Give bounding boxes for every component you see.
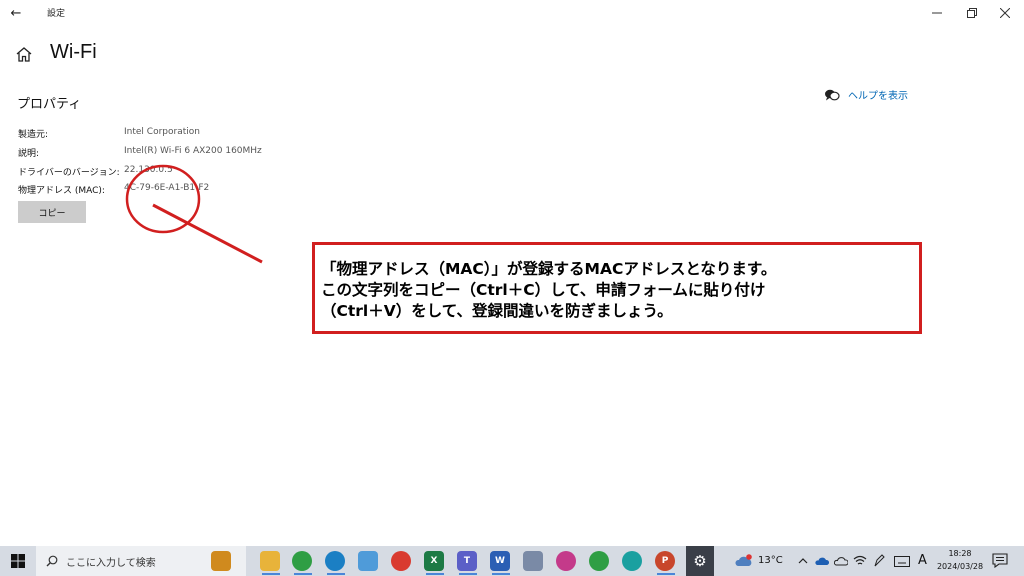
copy-button[interactable]: コピー	[18, 201, 86, 223]
annotation-line-2: この文字列をコピー（Ctrl＋C）して、申請フォームに貼り付け	[321, 281, 766, 299]
taskbar: ここに入力して検索 X T W P ⚙ 13°C A 18:28 2024/03…	[0, 546, 1024, 576]
back-button[interactable]: ←	[4, 2, 28, 24]
excel-app-icon[interactable]: X	[424, 551, 444, 571]
annotation-pointer-line	[152, 203, 263, 264]
annotation-line-3: （Ctrl＋V）をして、登録間違いを防ぎましょう。	[321, 302, 673, 320]
mac-address-value: 4C-79-6E-A1-B1-F2	[124, 183, 210, 193]
windows-logo-icon	[11, 554, 25, 568]
annotation-callout: 「物理アドレス（MAC）」が登録するMACアドレスとなります。 この文字列をコピ…	[312, 242, 922, 334]
manufacturer-value: Intel Corporation	[124, 127, 200, 137]
running-indicator	[294, 573, 312, 575]
back-arrow-icon: ←	[10, 5, 22, 21]
teams-app-icon[interactable]: T	[457, 551, 477, 571]
section-title: プロパティ	[17, 97, 82, 112]
notification-icon[interactable]	[992, 553, 1008, 568]
keyboard-icon[interactable]	[894, 556, 910, 567]
weather-temperature[interactable]: 13°C	[758, 555, 783, 566]
running-indicator	[459, 573, 477, 575]
description-label: 説明:	[18, 149, 40, 159]
title-bar: ← 設定	[0, 0, 1024, 26]
running-indicator	[426, 573, 444, 575]
restore-icon	[967, 8, 977, 18]
home-icon[interactable]	[14, 45, 34, 65]
window-title: 設定	[47, 9, 66, 19]
chevron-up-icon[interactable]	[798, 556, 808, 566]
driver-version-value: 22.130.0.5	[124, 165, 173, 175]
running-indicator	[327, 573, 345, 575]
onedrive-cloud-icon[interactable]	[815, 555, 829, 567]
cloud-sync-icon[interactable]	[834, 555, 848, 567]
running-indicator	[492, 573, 510, 575]
annotation-line-1: 「物理アドレス（MAC）」が登録するMACアドレスとなります。	[321, 260, 777, 278]
search-icon	[46, 555, 58, 567]
description-value: Intel(R) Wi-Fi 6 AX200 160MHz	[124, 146, 262, 156]
help-chat-icon	[825, 89, 840, 100]
settings-app-icon[interactable]: ⚙	[686, 546, 714, 576]
notepad-app-icon[interactable]	[358, 551, 378, 571]
restore-button[interactable]	[957, 2, 987, 24]
chrome-app-2-icon[interactable]	[391, 551, 411, 571]
start-button[interactable]	[0, 546, 36, 576]
minimize-icon	[932, 12, 942, 14]
running-indicator	[657, 573, 675, 575]
edge-app-icon[interactable]	[325, 551, 345, 571]
close-icon	[1000, 8, 1010, 18]
annotation-circle	[125, 164, 201, 234]
chrome-app-icon[interactable]	[292, 551, 312, 571]
manufacturer-label: 製造元:	[18, 130, 49, 140]
clock-time[interactable]: 18:28	[936, 549, 984, 558]
paint-app-icon[interactable]	[523, 551, 543, 571]
file-explorer-icon[interactable]	[260, 551, 280, 571]
wifi-icon[interactable]	[853, 555, 867, 567]
ime-indicator[interactable]: A	[918, 553, 927, 568]
edge-app-2-icon[interactable]	[622, 551, 642, 571]
word-app-icon[interactable]: W	[490, 551, 510, 571]
mac-address-label: 物理アドレス (MAC):	[18, 186, 105, 196]
close-button[interactable]	[990, 2, 1020, 24]
minimize-button[interactable]	[922, 2, 952, 24]
pen-icon[interactable]	[873, 554, 885, 568]
driver-version-label: ドライバーのバージョン:	[18, 168, 120, 178]
help-link-label: ヘルプを表示	[848, 91, 908, 102]
search-placeholder: ここに入力して検索	[66, 557, 156, 569]
briefcase-app-icon[interactable]	[211, 551, 231, 571]
powerpoint-app-icon[interactable]: P	[655, 551, 675, 571]
chrome-app-4-icon[interactable]	[589, 551, 609, 571]
running-indicator	[262, 573, 280, 575]
chrome-app-3-icon[interactable]	[556, 551, 576, 571]
page-title: Wi-Fi	[50, 41, 97, 63]
clock-date[interactable]: 2024/03/28	[936, 562, 984, 571]
weather-cloud-icon[interactable]	[734, 554, 754, 568]
help-link[interactable]: ヘルプを表示	[824, 87, 908, 102]
